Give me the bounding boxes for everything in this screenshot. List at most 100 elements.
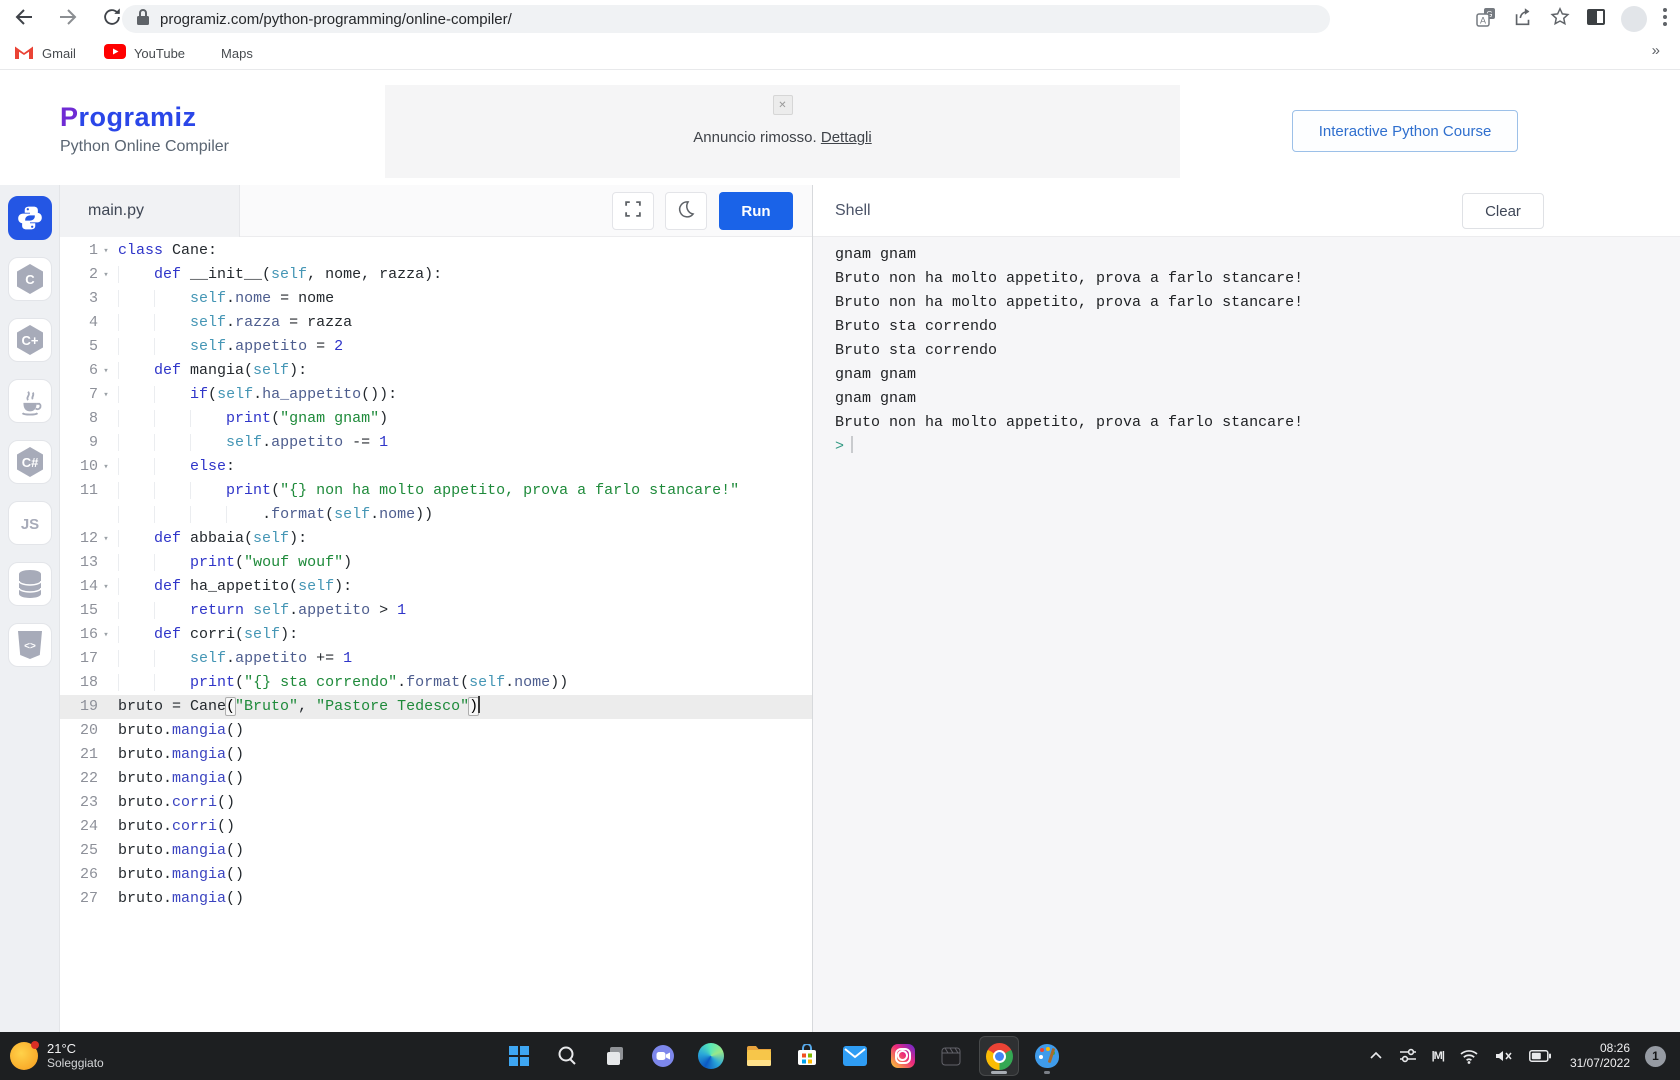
translate-icon[interactable]: GA [1475, 6, 1497, 33]
code-line[interactable]: 1▾class Cane: [60, 239, 812, 263]
code-line[interactable]: 23bruto.corri() [60, 791, 812, 815]
tray-battery-icon[interactable] [1529, 1050, 1551, 1062]
code-area[interactable]: 1▾class Cane:2▾ def __init__(self, nome,… [60, 237, 812, 1034]
profile-avatar[interactable] [1621, 6, 1647, 32]
code-line[interactable]: 15 return self.appetito > 1 [60, 599, 812, 623]
fold-arrow-icon[interactable]: ▾ [98, 383, 114, 407]
tray-volume-muted-icon[interactable] [1494, 1048, 1514, 1064]
programiz-logo[interactable]: Programiz [60, 102, 197, 133]
tray-m-indicator-icon[interactable]: |M| [1432, 1050, 1444, 1062]
code-line[interactable]: 17 self.appetito += 1 [60, 647, 812, 671]
sidebar-item-csharp[interactable]: C# [8, 440, 52, 484]
shell-output[interactable]: gnam gnamBruto non ha molto appetito, pr… [813, 237, 1680, 1032]
code-line[interactable]: 19bruto = Cane("Bruto", "Pastore Tedesco… [60, 695, 812, 719]
code-line[interactable]: 7▾ if(self.ha_appetito()): [60, 383, 812, 407]
svg-text:C#: C# [21, 455, 38, 470]
taskbar-app-clipchamp[interactable] [931, 1036, 971, 1076]
code-line[interactable]: 9 self.appetito -= 1 [60, 431, 812, 455]
code-line[interactable]: 10▾ else: [60, 455, 812, 479]
taskbar-app-store[interactable] [787, 1036, 827, 1076]
shell-title: Shell [835, 185, 871, 237]
editor-pane: main.py Run 1▾class Cane:2▾ def __init__… [60, 185, 812, 1032]
taskbar-app-start[interactable] [499, 1036, 539, 1076]
code-line[interactable]: 25bruto.mangia() [60, 839, 812, 863]
sidebar-item-python[interactable] [8, 196, 52, 240]
shell-line: Bruto non ha molto appetito, prova a far… [835, 267, 1680, 291]
back-button[interactable] [10, 5, 38, 33]
code-line[interactable]: 14▾ def ha_appetito(self): [60, 575, 812, 599]
dark-mode-button[interactable] [665, 192, 707, 230]
taskbar-app-chat[interactable] [643, 1036, 683, 1076]
run-button[interactable]: Run [719, 192, 793, 230]
code-line[interactable]: 3 self.nome = nome [60, 287, 812, 311]
fold-arrow-icon[interactable]: ▾ [98, 359, 114, 383]
code-line[interactable]: 21bruto.mangia() [60, 743, 812, 767]
bookmark-youtube[interactable]: YouTube [104, 44, 185, 63]
code-line[interactable]: 18 print("{} sta correndo".format(self.n… [60, 671, 812, 695]
notification-badge[interactable]: 1 [1645, 1046, 1666, 1067]
share-icon[interactable] [1512, 6, 1534, 33]
shell-prompt[interactable]: > [835, 435, 1680, 459]
tray-quick-settings-icon[interactable] [1399, 1048, 1417, 1064]
bookmark-maps[interactable]: Maps [213, 44, 253, 63]
taskbar-app-file-explorer[interactable] [739, 1036, 779, 1076]
interactive-course-button[interactable]: Interactive Python Course [1292, 110, 1518, 152]
sidebar-item-js[interactable]: JS [8, 501, 52, 545]
taskbar-app-mail[interactable] [835, 1036, 875, 1076]
fold-arrow-icon[interactable]: ▾ [98, 263, 114, 287]
code-line[interactable]: 13 print("wouf wouf") [60, 551, 812, 575]
code-line[interactable]: 20bruto.mangia() [60, 719, 812, 743]
fold-arrow-icon[interactable]: ▾ [98, 575, 114, 599]
fullscreen-button[interactable] [612, 192, 654, 230]
tray-wifi-icon[interactable] [1459, 1048, 1479, 1064]
file-tab-mainpy[interactable]: main.py [60, 185, 240, 237]
sidebar-item-sql[interactable] [8, 562, 52, 606]
ad-details-link[interactable]: Dettagli [821, 129, 872, 146]
sidebar-item-html[interactable]: <> [8, 623, 52, 667]
tray-chevron-up-icon[interactable] [1368, 1048, 1384, 1064]
workspace: C C+ C# JS <> main.py Run 1▾class Cane:2▾ de… [0, 185, 1680, 1032]
bookmarks-overflow-chevron[interactable]: » [1652, 42, 1660, 59]
taskbar-app-edge[interactable] [691, 1036, 731, 1076]
taskbar-app-instagram[interactable] [883, 1036, 923, 1076]
code-line[interactable]: 2▾ def __init__(self, nome, razza): [60, 263, 812, 287]
code-line[interactable]: 11 print("{} non ha molto appetito, prov… [60, 479, 812, 503]
address-bar[interactable]: programiz.com/python-programming/online-… [122, 5, 1330, 33]
code-line-wrap[interactable]: .format(self.nome)) [60, 503, 812, 527]
fold-arrow-icon[interactable]: ▾ [98, 527, 114, 551]
sidebar-item-cpp[interactable]: C+ [8, 318, 52, 362]
side-panel-icon[interactable] [1586, 8, 1606, 31]
taskbar-app-task-view[interactable] [595, 1036, 635, 1076]
code-line[interactable]: 8 print("gnam gnam") [60, 407, 812, 431]
menu-kebab-icon[interactable] [1662, 7, 1668, 32]
line-gutter: 7▾ [60, 383, 114, 407]
taskbar-app-paint[interactable] [1027, 1036, 1067, 1076]
code-line[interactable]: 22bruto.mangia() [60, 767, 812, 791]
forward-button[interactable] [54, 5, 82, 33]
code-line[interactable]: 24bruto.corri() [60, 815, 812, 839]
fold-arrow-icon[interactable]: ▾ [98, 623, 114, 647]
code-line[interactable]: 4 self.razza = razza [60, 311, 812, 335]
clear-button[interactable]: Clear [1462, 193, 1544, 229]
code-line[interactable]: 26bruto.mangia() [60, 863, 812, 887]
taskbar-app-search[interactable] [547, 1036, 587, 1076]
ad-close-icon[interactable]: ✕ [773, 95, 793, 115]
fold-arrow-icon [98, 311, 114, 335]
code-line[interactable]: 5 self.appetito = 2 [60, 335, 812, 359]
sidebar-item-java[interactable] [8, 379, 52, 423]
fold-arrow-icon[interactable]: ▾ [98, 239, 114, 263]
bookmark-star-icon[interactable] [1549, 6, 1571, 33]
line-gutter: 11 [60, 479, 114, 503]
code-line[interactable]: 12▾ def abbaia(self): [60, 527, 812, 551]
sidebar-item-c[interactable]: C [8, 257, 52, 301]
code-line[interactable]: 27bruto.mangia() [60, 887, 812, 911]
fold-arrow-icon[interactable]: ▾ [98, 455, 114, 479]
line-gutter: 13 [60, 551, 114, 575]
code-line[interactable]: 16▾ def corri(self): [60, 623, 812, 647]
fold-arrow-icon [98, 551, 114, 575]
weather-widget[interactable]: 21°C Soleggiato [10, 1032, 104, 1080]
bookmark-gmail[interactable]: Gmail [14, 44, 76, 63]
taskbar-app-chrome[interactable] [979, 1036, 1019, 1076]
taskbar-clock[interactable]: 08:26 31/07/2022 [1570, 1041, 1630, 1071]
code-line[interactable]: 6▾ def mangia(self): [60, 359, 812, 383]
